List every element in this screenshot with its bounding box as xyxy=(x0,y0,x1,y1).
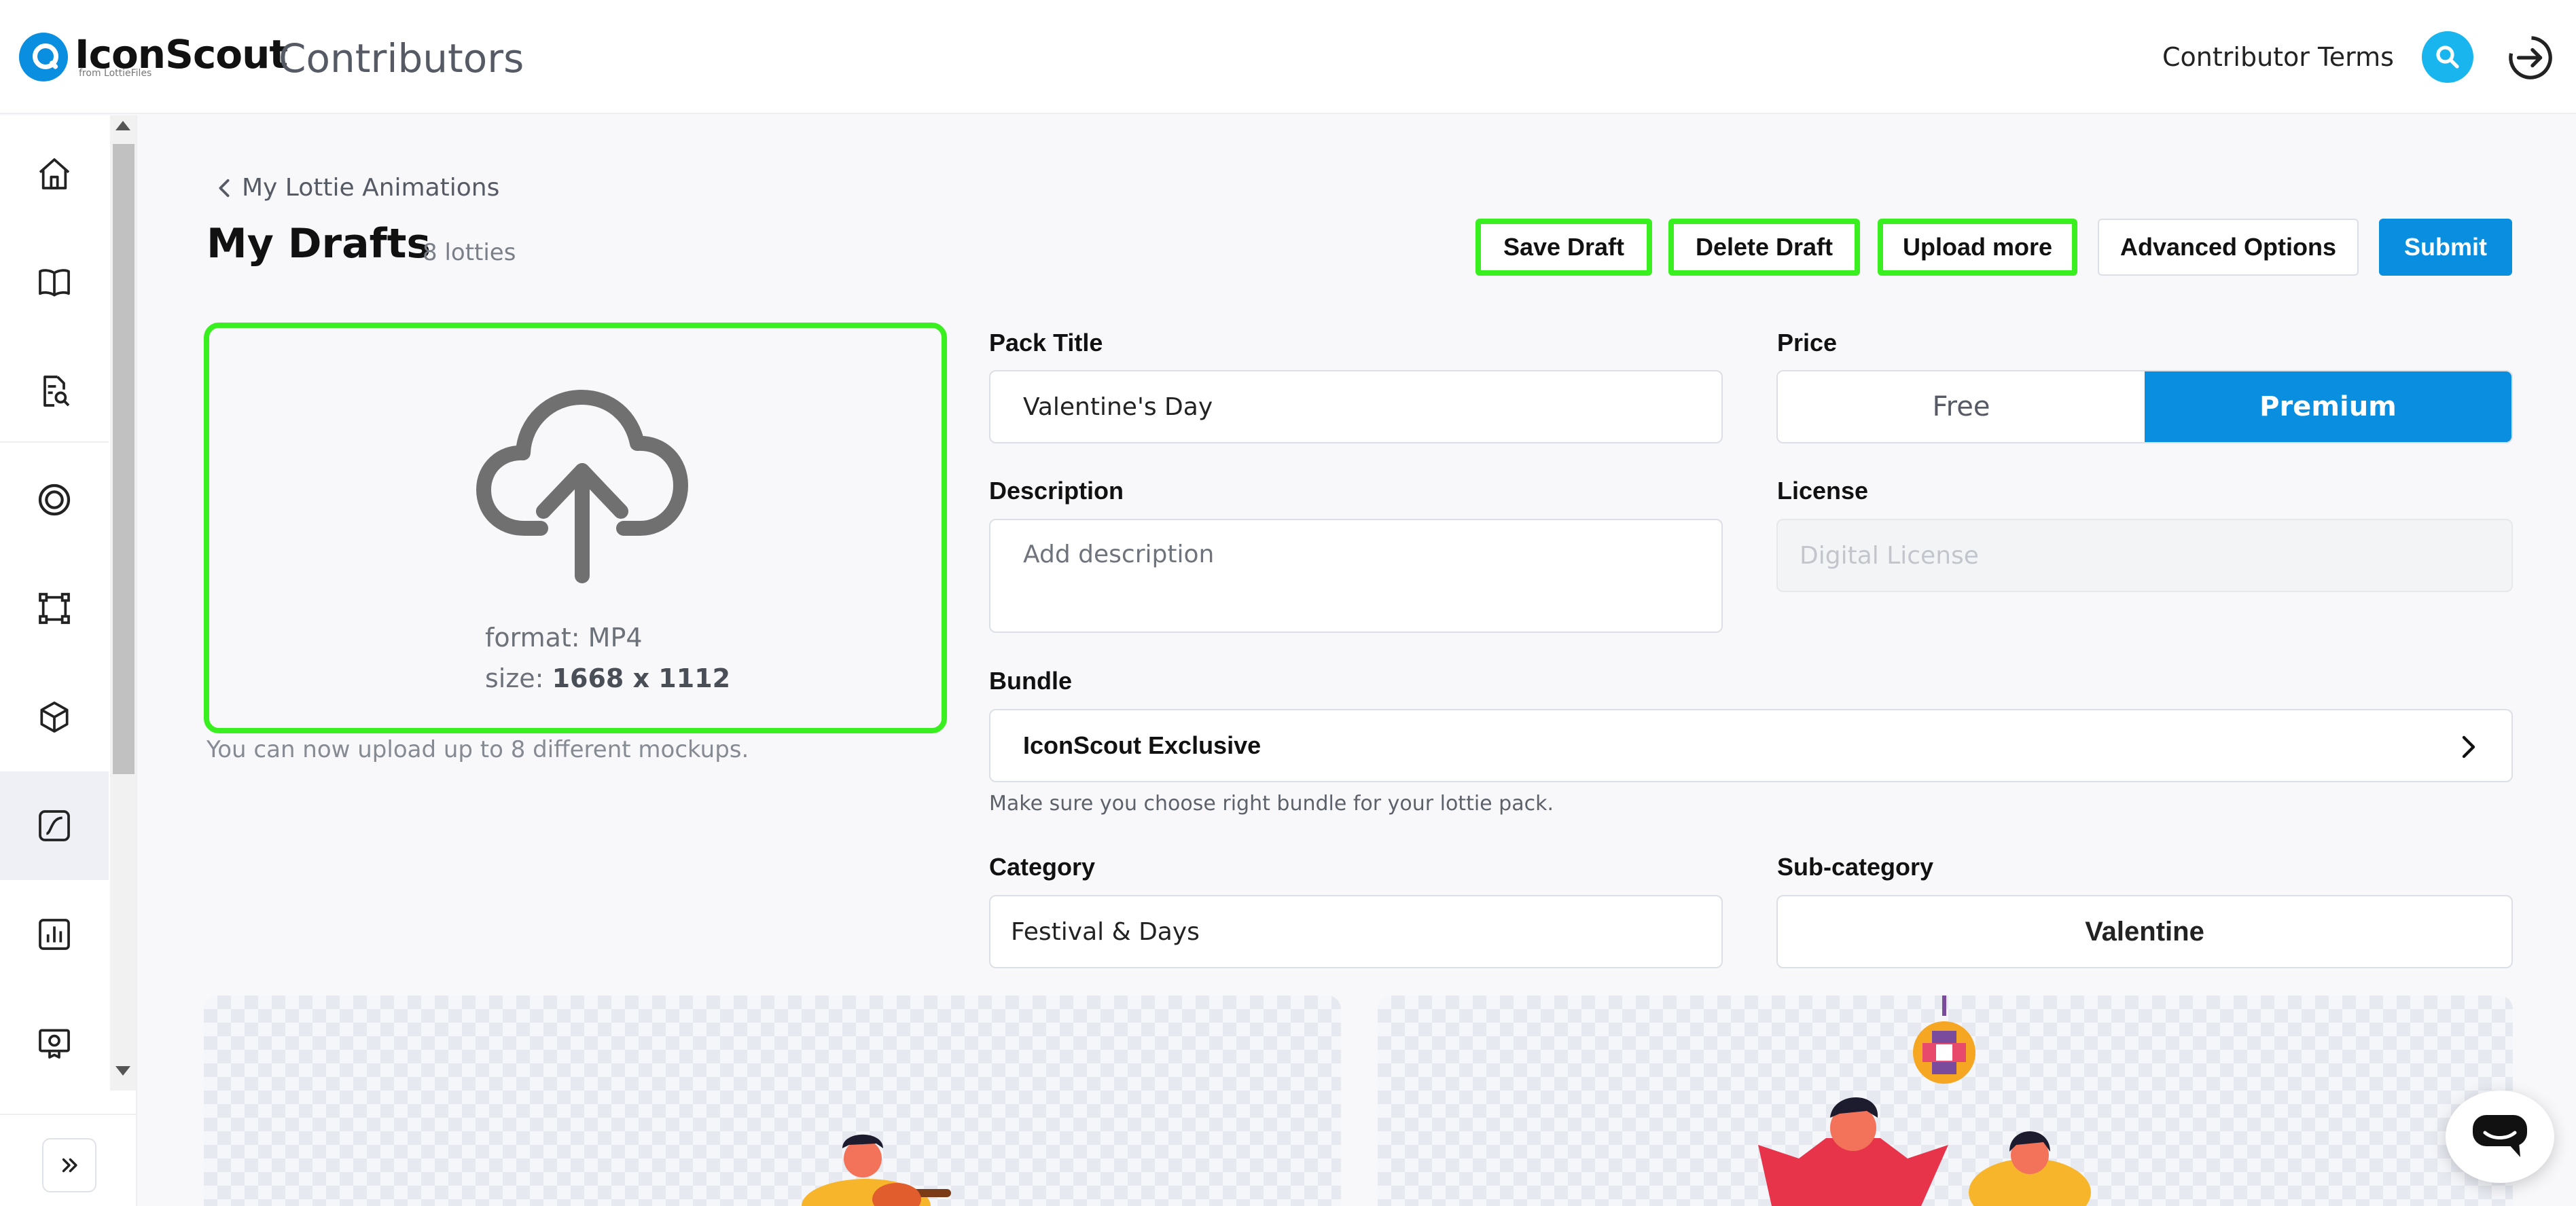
pack-title-input[interactable]: Valentine's Day xyxy=(989,370,1723,443)
upload-size-value: 1668 x 1112 xyxy=(552,663,731,693)
chat-widget-button[interactable] xyxy=(2446,1091,2554,1183)
sidebar-item-3d[interactable] xyxy=(0,663,109,771)
description-label: Description xyxy=(989,477,1124,505)
sidebar-item-analytics[interactable] xyxy=(0,880,109,989)
price-label: Price xyxy=(1777,329,1838,357)
sidebar-item-home[interactable] xyxy=(0,120,109,228)
scroll-up-arrow[interactable] xyxy=(115,121,130,130)
category-label: Category xyxy=(989,853,1096,881)
badge-icon xyxy=(39,1029,70,1059)
upload-size-label: size: xyxy=(485,663,544,693)
logo-search-icon xyxy=(19,33,68,81)
price-premium-option[interactable]: Premium xyxy=(2145,371,2511,442)
search-icon xyxy=(2436,45,2459,69)
scroll-down-arrow[interactable] xyxy=(115,1066,130,1076)
bundle-hint: Make sure you choose right bundle for yo… xyxy=(989,792,1554,816)
pack-title-label: Pack Title xyxy=(989,329,1103,357)
guitar-character-illustration xyxy=(802,1134,951,1206)
bundle-label: Bundle xyxy=(989,667,1072,695)
cloud-upload-icon xyxy=(476,390,688,583)
sidebar-item-illustrations[interactable] xyxy=(0,554,109,663)
chevron-left-icon xyxy=(219,179,230,197)
document-search-icon xyxy=(43,376,70,407)
subcategory-label: Sub-category xyxy=(1777,853,1934,881)
sidebar-item-review[interactable] xyxy=(0,337,109,445)
price-toggle: Free Premium xyxy=(1776,370,2513,443)
avatar[interactable] xyxy=(2422,31,2473,83)
chart-icon xyxy=(39,919,70,950)
sidebar-scroll-thumb[interactable] xyxy=(113,144,135,774)
submit-button[interactable]: Submit xyxy=(2379,219,2512,276)
expand-sidebar-button[interactable] xyxy=(42,1138,96,1192)
app-title: Contributors xyxy=(279,35,524,81)
breadcrumb-link[interactable]: My Lottie Animations xyxy=(242,174,499,202)
chat-icon xyxy=(2473,1115,2527,1157)
sidebar-item-earnings[interactable] xyxy=(0,989,109,1097)
price-free-option[interactable]: Free xyxy=(1778,371,2145,442)
upload-more-button[interactable]: Upload more xyxy=(1878,219,2077,276)
sidebar xyxy=(0,115,137,1206)
vector-icon xyxy=(39,593,70,624)
disco-ball-illustration xyxy=(1913,995,1975,1084)
lottie-icon xyxy=(39,810,70,841)
mockup-preview[interactable] xyxy=(204,995,1341,1206)
breadcrumb[interactable]: My Lottie Animations xyxy=(216,174,499,202)
advanced-options-button[interactable]: Advanced Options xyxy=(2098,219,2359,276)
upload-format: format: MP4 xyxy=(485,623,643,653)
license-field: Digital License xyxy=(1776,519,2513,592)
category-select[interactable]: Festival & Days xyxy=(989,895,1723,968)
mockup-upload-dropzone[interactable]: format: MP4 size: 1668 x 1112 xyxy=(204,323,947,733)
delete-draft-button[interactable]: Delete Draft xyxy=(1668,219,1860,276)
subcategory-select[interactable]: Valentine xyxy=(1776,895,2513,968)
chevron-right-icon xyxy=(2462,735,2475,759)
cube-icon xyxy=(40,701,69,733)
iconscout-logo[interactable]: IconScout from LottieFiles xyxy=(19,33,288,81)
lottie-count: 8 lotties xyxy=(423,239,516,266)
chevrons-right-icon xyxy=(62,1158,77,1173)
logout-icon[interactable] xyxy=(2507,34,2554,81)
target-icon xyxy=(38,483,71,516)
upload-note: You can now upload up to 8 different moc… xyxy=(207,736,749,763)
dancing-couple-illustration xyxy=(1758,1097,2091,1206)
book-icon xyxy=(39,269,70,297)
home-icon xyxy=(39,158,70,189)
top-header: IconScout from LottieFiles Contributors … xyxy=(0,0,2576,114)
description-textarea[interactable]: Add description xyxy=(989,519,1723,633)
bundle-select[interactable]: IconScout Exclusive xyxy=(989,709,2513,782)
save-draft-button[interactable]: Save Draft xyxy=(1475,219,1652,276)
license-label: License xyxy=(1777,477,1869,505)
sidebar-item-library[interactable] xyxy=(0,228,109,337)
mockup-preview[interactable] xyxy=(1378,995,2513,1206)
page-title: My Drafts xyxy=(207,220,431,268)
sidebar-item-icons[interactable] xyxy=(0,445,109,554)
contributor-terms-link[interactable]: Contributor Terms xyxy=(2162,42,2394,72)
logo-subtitle: from LottieFiles xyxy=(79,68,152,79)
sidebar-item-lottie[interactable] xyxy=(0,771,109,880)
bundle-value: IconScout Exclusive xyxy=(1023,731,1262,759)
